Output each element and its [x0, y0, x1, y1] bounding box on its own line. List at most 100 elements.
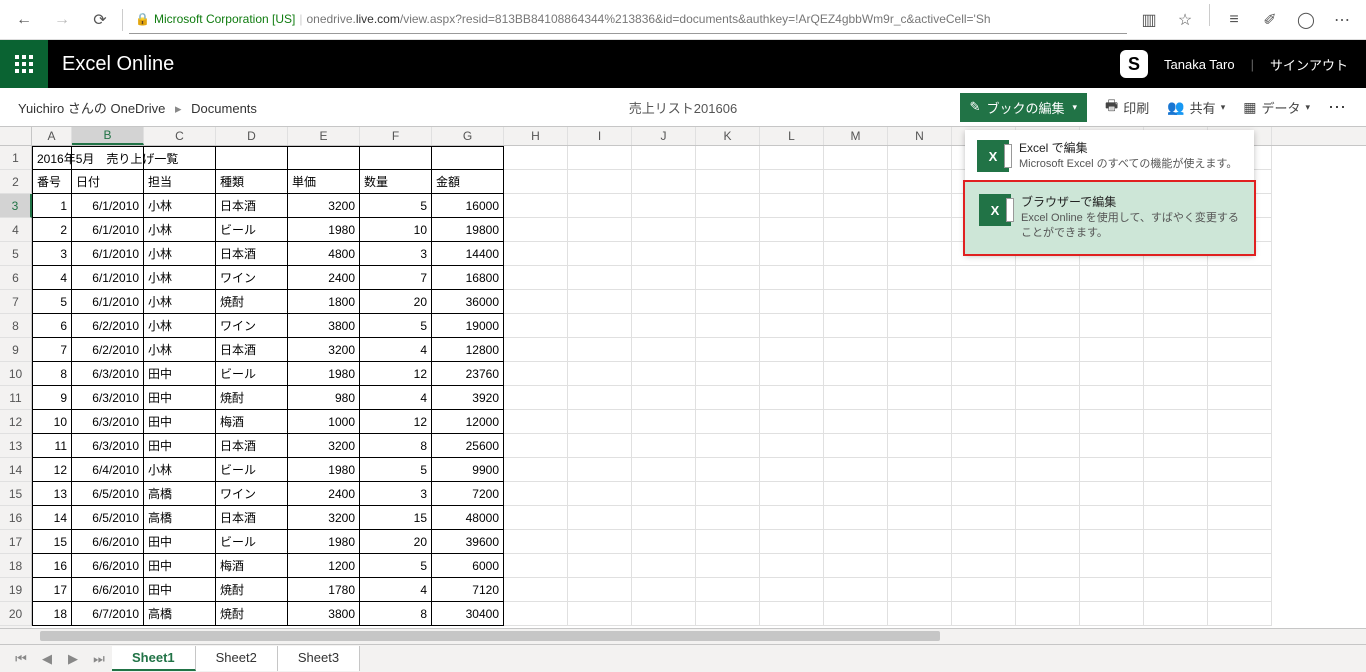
- cell[interactable]: [696, 362, 760, 386]
- cell[interactable]: [1016, 266, 1080, 290]
- note-icon[interactable]: ✐: [1254, 4, 1286, 36]
- cell[interactable]: [632, 194, 696, 218]
- cell[interactable]: [888, 314, 952, 338]
- favorite-icon[interactable]: ☆: [1169, 4, 1201, 36]
- cell[interactable]: [568, 530, 632, 554]
- row-header[interactable]: 3: [0, 194, 32, 218]
- cell[interactable]: [568, 386, 632, 410]
- cell[interactable]: [952, 554, 1016, 578]
- row-header[interactable]: 9: [0, 338, 32, 362]
- cell[interactable]: [760, 602, 824, 626]
- cell[interactable]: [632, 314, 696, 338]
- skype-icon[interactable]: S: [1120, 50, 1148, 78]
- column-header-A[interactable]: A: [32, 127, 72, 145]
- cell[interactable]: [1208, 338, 1272, 362]
- cell[interactable]: 10: [360, 218, 432, 242]
- data-button[interactable]: ▦データ▾: [1243, 98, 1310, 117]
- reading-icon[interactable]: ▥: [1133, 4, 1165, 36]
- cell[interactable]: [696, 242, 760, 266]
- cell[interactable]: 9: [32, 386, 72, 410]
- cell[interactable]: [888, 290, 952, 314]
- cell[interactable]: 3: [360, 242, 432, 266]
- row-header[interactable]: 2: [0, 170, 32, 194]
- cell[interactable]: [504, 434, 568, 458]
- cell[interactable]: [696, 578, 760, 602]
- cell[interactable]: [568, 266, 632, 290]
- cell[interactable]: [824, 458, 888, 482]
- cell[interactable]: 田中: [144, 578, 216, 602]
- cell[interactable]: [1080, 482, 1144, 506]
- cell[interactable]: [632, 434, 696, 458]
- row-header[interactable]: 14: [0, 458, 32, 482]
- cell[interactable]: [1016, 434, 1080, 458]
- cell[interactable]: 6/1/2010: [72, 290, 144, 314]
- cell[interactable]: [504, 602, 568, 626]
- cell[interactable]: 8: [32, 362, 72, 386]
- cell[interactable]: [696, 218, 760, 242]
- cell[interactable]: 高橋: [144, 602, 216, 626]
- cell[interactable]: [1144, 362, 1208, 386]
- cell[interactable]: [568, 434, 632, 458]
- cell[interactable]: 6/3/2010: [72, 362, 144, 386]
- cell[interactable]: [432, 146, 504, 170]
- cell[interactable]: ワイン: [216, 482, 288, 506]
- cell[interactable]: 3800: [288, 314, 360, 338]
- cell[interactable]: [632, 362, 696, 386]
- cell[interactable]: 田中: [144, 530, 216, 554]
- cell[interactable]: 6/6/2010: [72, 578, 144, 602]
- cell[interactable]: [888, 218, 952, 242]
- cell[interactable]: [696, 410, 760, 434]
- cell[interactable]: 4800: [288, 242, 360, 266]
- cell[interactable]: [1080, 266, 1144, 290]
- cell[interactable]: [632, 578, 696, 602]
- cell[interactable]: [760, 530, 824, 554]
- cell[interactable]: [632, 530, 696, 554]
- cell[interactable]: [1016, 482, 1080, 506]
- cell[interactable]: 39600: [432, 530, 504, 554]
- cell[interactable]: 1780: [288, 578, 360, 602]
- cell[interactable]: 日本酒: [216, 338, 288, 362]
- cell[interactable]: [1208, 410, 1272, 434]
- cell[interactable]: [72, 146, 144, 170]
- cell[interactable]: 小林: [144, 338, 216, 362]
- cell[interactable]: [504, 170, 568, 194]
- cell[interactable]: [632, 242, 696, 266]
- cell[interactable]: [1144, 506, 1208, 530]
- cell[interactable]: 12800: [432, 338, 504, 362]
- cell[interactable]: 14400: [432, 242, 504, 266]
- cell[interactable]: [952, 482, 1016, 506]
- cell[interactable]: [1208, 578, 1272, 602]
- cell[interactable]: [696, 146, 760, 170]
- cell[interactable]: [760, 170, 824, 194]
- cell[interactable]: 6/1/2010: [72, 242, 144, 266]
- cell[interactable]: [568, 290, 632, 314]
- cell[interactable]: ビール: [216, 362, 288, 386]
- cell[interactable]: [760, 338, 824, 362]
- cell[interactable]: [1016, 338, 1080, 362]
- cell[interactable]: 20: [360, 530, 432, 554]
- cell[interactable]: [632, 458, 696, 482]
- cell[interactable]: [696, 482, 760, 506]
- cell[interactable]: 日本酒: [216, 242, 288, 266]
- cell[interactable]: [888, 554, 952, 578]
- row-header[interactable]: 19: [0, 578, 32, 602]
- cell[interactable]: [760, 194, 824, 218]
- cell[interactable]: [824, 506, 888, 530]
- cell[interactable]: ワイン: [216, 266, 288, 290]
- breadcrumb-folder[interactable]: Documents: [191, 101, 257, 116]
- cell[interactable]: 17: [32, 578, 72, 602]
- cell[interactable]: [1080, 314, 1144, 338]
- cell[interactable]: [504, 530, 568, 554]
- cell[interactable]: [824, 554, 888, 578]
- cell[interactable]: [760, 506, 824, 530]
- cell[interactable]: 8: [360, 602, 432, 626]
- cell[interactable]: 3200: [288, 194, 360, 218]
- cell[interactable]: [1144, 554, 1208, 578]
- cell[interactable]: [568, 146, 632, 170]
- cell[interactable]: [568, 194, 632, 218]
- cell[interactable]: [1016, 362, 1080, 386]
- cell[interactable]: [696, 434, 760, 458]
- cell[interactable]: 小林: [144, 266, 216, 290]
- cell[interactable]: 3: [360, 482, 432, 506]
- cell[interactable]: 小林: [144, 458, 216, 482]
